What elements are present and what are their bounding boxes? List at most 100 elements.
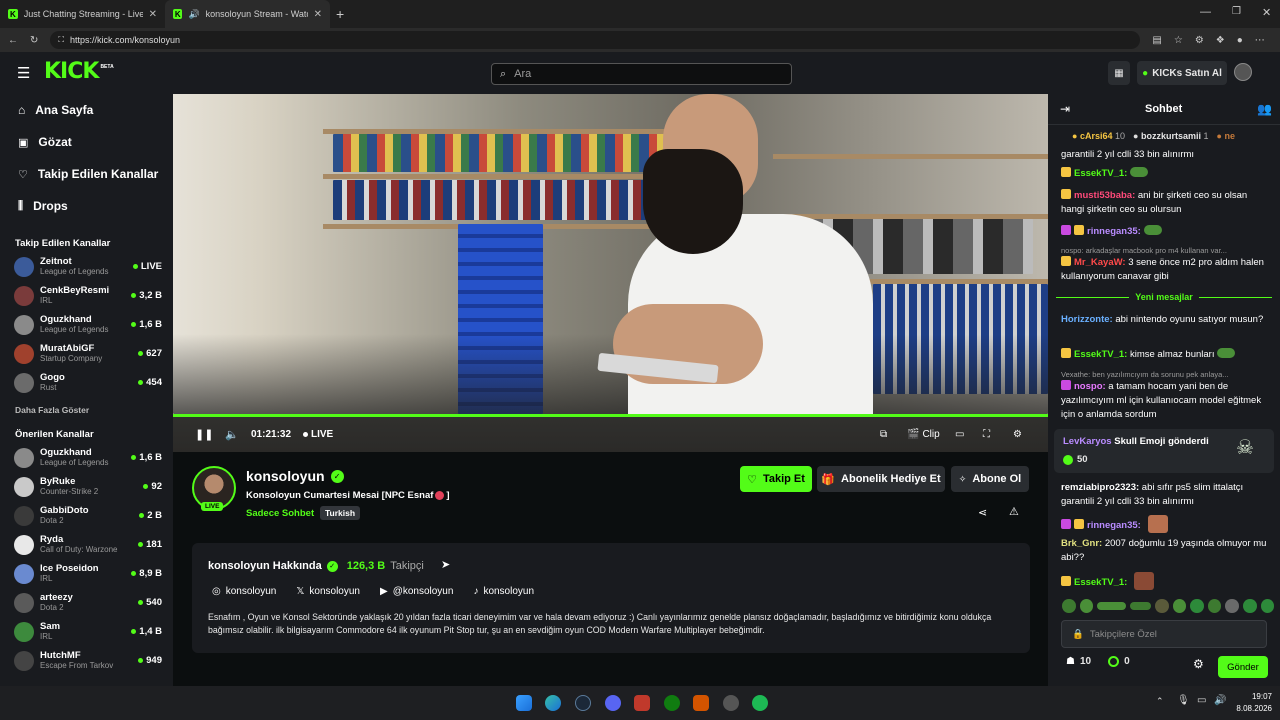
chat-users-icon[interactable]: 👥 (1257, 102, 1272, 116)
emote-icon[interactable] (1155, 599, 1169, 613)
tray-chevron-icon[interactable]: ⌃ (1156, 696, 1164, 707)
emote-icon[interactable] (1242, 599, 1257, 613)
report-icon[interactable]: ⚠ (1009, 505, 1019, 518)
volume-tray-icon[interactable]: 🔊 (1214, 695, 1226, 706)
theater-mode-button[interactable]: ▦ (1108, 61, 1130, 85)
emote-icon[interactable] (1260, 599, 1275, 613)
channel-name[interactable]: konsoloyun (246, 468, 325, 484)
reader-icon[interactable]: ▤ (1152, 35, 1161, 46)
network-icon[interactable]: ▭ (1197, 695, 1206, 706)
profile-icon[interactable]: ● (1237, 35, 1243, 46)
tab-close-icon[interactable]: ✕ (314, 9, 322, 20)
close-window-icon[interactable]: ✕ (1262, 6, 1271, 19)
channel-item[interactable]: Ryda Call of Duty: Warzone 181 (0, 530, 173, 559)
reload-icon[interactable]: ↻ (30, 35, 38, 46)
theater-icon[interactable]: ▭ (955, 429, 964, 440)
chat-message[interactable]: EssekTV_1: (1061, 572, 1273, 590)
steam-icon[interactable] (575, 695, 591, 711)
channel-item[interactable]: Sam IRL 1,4 B (0, 617, 173, 646)
fullscreen-icon[interactable]: ⛶ (983, 429, 990, 440)
chat-message[interactable]: musti53baba: ani bir şirketi ceo su olsa… (1061, 189, 1273, 217)
windows-start-icon[interactable] (516, 695, 532, 711)
chat-message[interactable]: garantili 2 yıl cdli 33 bin alınırmı (1061, 148, 1273, 162)
clip-button[interactable]: 🎬 Clip (907, 429, 940, 440)
follow-button[interactable]: ♡ Takip Et (740, 466, 812, 492)
channel-item[interactable]: GabbiDoto Dota 2 2 B (0, 501, 173, 530)
favorite-icon[interactable]: ☆ (1174, 35, 1183, 46)
xbox-icon[interactable] (664, 695, 680, 711)
emote-icon[interactable] (1079, 599, 1094, 613)
gift-notification[interactable]: LevKaryos Skull Emoji gönderdi 50 ☠ (1054, 429, 1274, 473)
tab-close-icon[interactable]: ✕ (149, 9, 157, 20)
chat-message[interactable]: nospo: a tamam hocam yani ben de yazılım… (1061, 380, 1273, 422)
url-field[interactable]: ⛶ https://kick.com/konsoloyun (50, 31, 1141, 49)
subscribe-button[interactable]: ✧ Abone Ol (951, 466, 1029, 492)
app-icon[interactable] (723, 695, 739, 711)
leader-item[interactable]: ● cArsi64 10 (1072, 131, 1125, 141)
spotify-icon[interactable] (752, 695, 768, 711)
menu-icon[interactable]: ☰ (17, 64, 30, 82)
video-player[interactable]: ❚❚ 🔈 01:21:32 LIVE ⧉ 🎬 Clip ▭ ⛶ ⚙ (173, 94, 1048, 452)
new-tab-icon[interactable]: + (336, 6, 344, 22)
emote-icon[interactable] (1172, 599, 1187, 613)
show-more-link[interactable]: Daha Fazla Göster (0, 399, 173, 421)
more-icon[interactable]: ⋯ (1255, 35, 1265, 46)
edge-browser-icon[interactable] (545, 695, 561, 711)
back-icon[interactable]: ← (8, 35, 18, 46)
youtube-link[interactable]: ▶ @konsoloyun (380, 586, 453, 597)
nav-home[interactable]: ⌂ Ana Sayfa (0, 94, 173, 126)
nav-browse[interactable]: ▣ Gözat (0, 126, 173, 158)
tiktok-link[interactable]: ♪ konsoloyun (473, 586, 534, 597)
channel-item[interactable]: CenkBeyResmi IRL 3,2 B (0, 281, 173, 310)
emote-icon[interactable] (1097, 602, 1127, 610)
app-icon[interactable] (693, 695, 709, 711)
channel-item[interactable]: HutchMF Escape From Tarkov 949 (0, 646, 173, 675)
send-button[interactable]: Gönder (1218, 656, 1268, 678)
emote-icon[interactable] (1062, 599, 1076, 613)
nav-drops[interactable]: ⫼ Drops (0, 190, 173, 222)
volume-icon[interactable]: 🔈 (225, 428, 239, 441)
chat-message[interactable]: rinnegan35: (1061, 515, 1273, 533)
user-avatar-icon[interactable] (1234, 63, 1252, 81)
chat-message[interactable]: EssekTV_1: (1061, 167, 1273, 181)
nav-following[interactable]: ♡ Takip Edilen Kanallar (0, 158, 173, 190)
emote-icon[interactable] (1130, 602, 1152, 610)
share-icon[interactable]: ⋖ (978, 506, 987, 519)
emote-icon[interactable] (1207, 599, 1222, 613)
extensions-icon[interactable]: ⚙ (1195, 35, 1204, 46)
kicks-icon[interactable]: ☗ (1066, 656, 1075, 667)
leader-item[interactable]: ● ne (1217, 131, 1235, 141)
kick-logo[interactable]: KICK BETA (44, 59, 114, 84)
channel-item[interactable]: Zeitnot League of Legends LIVE (0, 252, 173, 281)
emote-icon[interactable] (1225, 599, 1239, 613)
leader-item[interactable]: ● bozzkurtsamii 1 (1133, 131, 1209, 141)
channel-item[interactable]: arteezy Dota 2 540 (0, 588, 173, 617)
discord-icon[interactable] (605, 695, 621, 711)
x-link[interactable]: 𝕏konsoloyun (296, 586, 360, 597)
emote-icon[interactable] (1190, 599, 1204, 613)
collapse-chat-icon[interactable]: ⇥ (1060, 102, 1070, 116)
chat-settings-icon[interactable]: ⚙ (1193, 657, 1204, 671)
channel-item[interactable]: Gogo Rust 454 (0, 368, 173, 397)
pause-icon[interactable]: ❚❚ (195, 428, 213, 441)
chat-message[interactable]: remziabipro2323: abi sıfır ps5 slim itta… (1061, 481, 1273, 509)
site-info-icon[interactable]: ⛶ (58, 35, 64, 45)
browser-tab-1[interactable]: K Just Chatting Streaming - Live Stre ✕ (0, 0, 165, 28)
instagram-link[interactable]: ◎ konsoloyun (212, 586, 276, 597)
language-tag[interactable]: Turkish (320, 506, 361, 520)
channel-item[interactable]: Oguzkhand League of Legends 1,6 B (0, 310, 173, 339)
chat-message[interactable]: Mr_KayaW: 3 sene önce m2 pro aldım halen… (1061, 256, 1273, 284)
chat-message[interactable]: Horizzonte: abi nintendo oyunu satıyor m… (1061, 313, 1273, 327)
clock[interactable]: 19:07 8.08.2026 (1230, 691, 1272, 715)
minimize-icon[interactable]: — (1200, 6, 1211, 18)
pip-icon[interactable]: ⧉ (880, 429, 887, 440)
gift-subscription-button[interactable]: 🎁 Abonelik Hediye Et (817, 466, 945, 492)
app-icon[interactable] (634, 695, 650, 711)
channel-points-icon[interactable] (1108, 656, 1120, 667)
channel-item[interactable]: Ice Poseidon IRL 8,9 B (0, 559, 173, 588)
collections-icon[interactable]: ❖ (1216, 35, 1225, 46)
chat-message[interactable]: EssekTV_1: kimse almaz bunları (1061, 348, 1273, 362)
channel-item[interactable]: Oguzkhand League of Legends 1,6 B (0, 443, 173, 472)
settings-icon[interactable]: ⚙ (1013, 429, 1022, 440)
chat-message[interactable]: rinnegan35: (1061, 225, 1273, 239)
